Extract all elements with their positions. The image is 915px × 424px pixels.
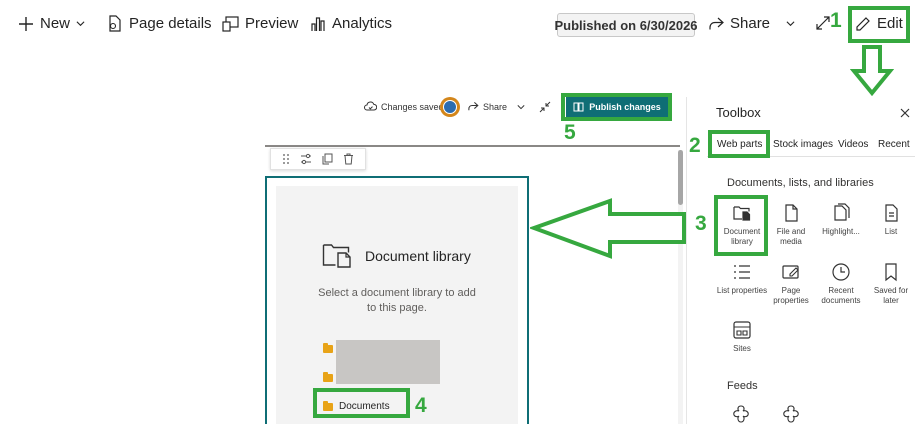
share-icon <box>709 17 724 29</box>
tile-label: Saved for later <box>873 286 909 305</box>
tile-label: List properties <box>716 286 768 295</box>
preview-label: Preview <box>245 15 299 32</box>
command-bar: New Page details Preview Analytics Publi… <box>0 0 915 50</box>
tile-label: Recent documents <box>821 286 861 305</box>
tab-stock-images[interactable]: Stock images <box>773 139 833 150</box>
analytics-icon <box>311 16 325 31</box>
tile-label: List <box>884 227 898 236</box>
web-part-toolbar <box>270 148 366 170</box>
redacted-library-names <box>336 340 440 384</box>
preview-icon <box>222 15 239 32</box>
page-details-icon <box>109 15 121 32</box>
edit-share-label: Share <box>483 101 508 112</box>
delete-icon[interactable] <box>343 153 354 165</box>
annotation-step-4: 4 <box>415 394 427 417</box>
annotation-down-arrow-icon <box>850 45 894 96</box>
annotation-box-web-parts-tab <box>708 130 770 158</box>
bookmark-icon <box>885 263 897 282</box>
page-properties-icon <box>782 265 799 279</box>
tile-list[interactable]: List <box>865 203 915 237</box>
avatar[interactable] <box>440 97 460 117</box>
tile-recent-documents[interactable]: Recent documents <box>815 262 867 306</box>
annotation-step-1: 1 <box>830 9 842 32</box>
clock-icon <box>832 263 850 281</box>
web-part-title: Document library <box>365 248 471 264</box>
annotation-box-edit <box>848 6 910 43</box>
sites-icon <box>733 321 751 339</box>
expand-icon[interactable] <box>815 15 831 31</box>
section-title-documents: Documents, lists, and libraries <box>727 177 874 189</box>
share-icon <box>468 101 479 111</box>
annotation-box-documents <box>313 388 410 418</box>
file-icon <box>785 204 798 222</box>
tile-label: Sites <box>733 344 751 353</box>
published-status-badge: Published on 6/30/2026 <box>554 13 698 37</box>
feed-icon[interactable] <box>781 404 801 424</box>
plus-icon <box>19 16 33 31</box>
web-part-description: Select a document library to add to this… <box>318 287 476 314</box>
tile-label: Highlight... <box>822 227 860 236</box>
annotation-left-arrow-icon <box>530 198 686 259</box>
analytics-label: Analytics <box>332 15 393 32</box>
share-button[interactable]: Share <box>708 15 795 32</box>
tile-label: Page properties <box>773 286 809 305</box>
annotation-step-5: 5 <box>564 121 576 144</box>
tile-highlighted-content[interactable]: Highlight... <box>815 203 867 237</box>
annotation-box-publish <box>561 93 672 121</box>
collapse-icon[interactable] <box>539 101 551 113</box>
tile-file-and-media[interactable]: File and media <box>765 203 817 247</box>
annotation-step-3: 3 <box>695 212 707 235</box>
preview-button[interactable]: Preview <box>222 15 298 32</box>
tab-videos[interactable]: Videos <box>838 139 868 150</box>
new-label: New <box>40 15 71 32</box>
canvas-divider <box>265 145 680 147</box>
tile-label: File and media <box>776 227 806 246</box>
close-icon[interactable] <box>900 108 910 118</box>
chevron-down-icon <box>76 21 85 27</box>
tile-sites[interactable]: Sites <box>716 320 768 354</box>
folder-icon <box>323 343 333 353</box>
page-details-button[interactable]: Page details <box>107 15 212 32</box>
duplicate-icon[interactable] <box>322 153 333 165</box>
page-details-label: Page details <box>129 15 212 32</box>
tile-page-properties[interactable]: Page properties <box>765 262 817 306</box>
document-library-icon <box>322 244 351 268</box>
toolbox-title: Toolbox <box>716 105 761 120</box>
cloud-saved-icon <box>364 101 377 111</box>
new-button[interactable]: New <box>18 15 85 32</box>
share-label: Share <box>730 15 771 32</box>
annotation-box-document-library-tile <box>714 195 768 256</box>
tile-saved-for-later[interactable]: Saved for later <box>865 262 915 306</box>
highlight-icon <box>834 203 850 221</box>
analytics-button[interactable]: Analytics <box>310 15 392 32</box>
folder-icon <box>323 372 333 382</box>
section-title-feeds: Feeds <box>727 380 758 392</box>
annotation-step-2: 2 <box>689 134 701 157</box>
drag-handle-icon[interactable] <box>282 153 290 165</box>
chevron-down-icon <box>517 104 525 109</box>
tile-list-properties[interactable]: List properties <box>716 262 768 296</box>
settings-sliders-icon[interactable] <box>300 153 312 165</box>
edit-share-button[interactable]: Share <box>467 101 525 112</box>
changes-saved-label: Changes saved <box>381 101 444 112</box>
feed-icon[interactable] <box>731 404 751 424</box>
chevron-down-icon <box>786 21 795 27</box>
list-icon <box>885 204 898 222</box>
list-properties-icon <box>734 265 750 279</box>
tab-recent[interactable]: Recent <box>878 139 910 150</box>
changes-saved-status: Changes saved <box>364 101 444 112</box>
